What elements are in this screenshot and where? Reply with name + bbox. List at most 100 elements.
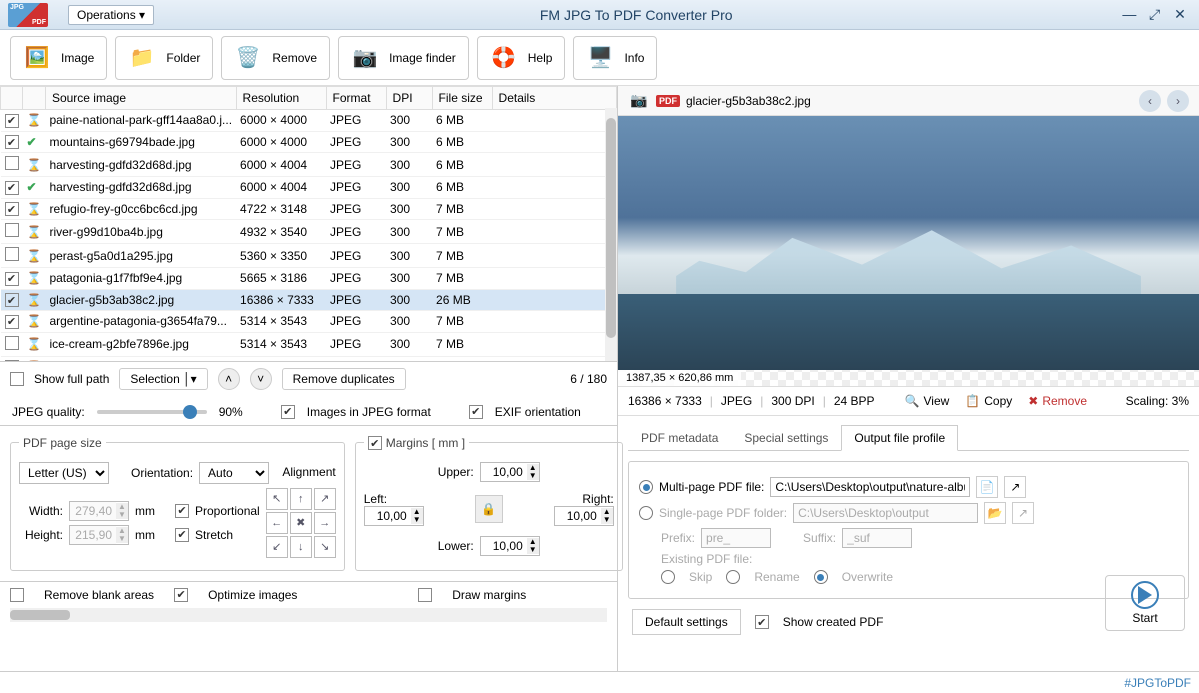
table-row[interactable]: ⌛argentine-patagonia-g3654fa79...5314 × … [1,311,617,333]
table-row[interactable]: ⌛patagonia-g1f7fbf9e4.jpg5665 × 3186JPEG… [1,268,617,290]
prefix-input[interactable] [701,528,771,548]
align-c[interactable]: ✖ [290,512,312,534]
upper-margin-spinner[interactable]: ▲▼ [480,462,540,482]
jpeg-quality-slider[interactable] [97,410,207,414]
exif-orientation-checkbox[interactable] [469,405,483,419]
images-in-jpeg-checkbox[interactable] [281,405,295,419]
row-checkbox[interactable] [5,202,19,216]
right-margin-spinner[interactable]: ▲▼ [554,506,614,526]
align-br[interactable]: ↘ [314,536,336,558]
proportional-checkbox[interactable] [175,504,189,518]
save-pdf-icon[interactable]: 📄 [976,476,998,498]
lower-margin-spinner[interactable]: ▲▼ [480,536,540,556]
row-checkbox[interactable] [5,293,19,307]
view-button[interactable]: 🔍 View [901,392,954,410]
col-filesize[interactable]: File size [432,87,492,110]
operations-menu-button[interactable]: Operations ▾ [68,5,154,25]
open-folder-icon-2[interactable]: ↗ [1012,502,1034,524]
table-row[interactable]: ✔harvesting-gdfd32d68d.jpg6000 × 4004JPE… [1,177,617,199]
align-r[interactable]: → [314,512,336,534]
stretch-checkbox[interactable] [175,528,189,542]
show-full-path-checkbox[interactable] [10,372,24,386]
align-l[interactable]: ← [266,512,288,534]
col-details[interactable]: Details [492,87,616,110]
help-button[interactable]: 🛟Help [477,36,566,80]
width-spinner[interactable]: ▲▼ [69,501,129,521]
row-checkbox[interactable] [5,223,19,237]
margins-enable-checkbox[interactable] [368,436,382,450]
remove-button[interactable]: 🗑️Remove [221,36,330,80]
singlepage-path-input[interactable] [793,503,978,523]
table-row[interactable]: ✔mountains-g69794bade.jpg6000 × 4000JPEG… [1,131,617,153]
remove-duplicates-button[interactable]: Remove duplicates [282,368,406,390]
row-checkbox[interactable] [5,315,19,329]
info-button[interactable]: 🖥️Info [573,36,657,80]
row-checkbox[interactable] [5,135,19,149]
row-checkbox[interactable] [5,156,19,170]
row-checkbox[interactable] [5,247,19,261]
copy-button[interactable]: 📋 Copy [961,392,1016,410]
prev-image-button[interactable]: ‹ [1139,90,1161,112]
table-scrollbar[interactable] [605,108,617,361]
orientation-select[interactable]: Auto [199,462,269,484]
col-resolution[interactable]: Resolution [236,87,326,110]
selection-dropdown[interactable]: Selection │▾ [119,368,207,390]
add-folder-button[interactable]: 📁Folder [115,36,213,80]
left-margin-spinner[interactable]: ▲▼ [364,506,424,526]
col-format[interactable]: Format [326,87,386,110]
suffix-input[interactable] [842,528,912,548]
col-dpi[interactable]: DPI [386,87,432,110]
tab-output-profile[interactable]: Output file profile [841,425,958,451]
tab-pdf-metadata[interactable]: PDF metadata [628,425,731,451]
table-row[interactable]: ⌛paine-national-park-gff14aa8a0.j...6000… [1,110,617,132]
multipage-path-input[interactable] [770,477,970,497]
row-checkbox[interactable] [5,114,19,128]
minimize-icon[interactable]: — [1118,6,1140,22]
tab-special-settings[interactable]: Special settings [731,425,841,451]
align-tl[interactable]: ↖ [266,488,288,510]
draw-margins-checkbox[interactable] [418,588,432,602]
move-down-button[interactable]: ˅ [250,368,272,390]
optimize-images-checkbox[interactable] [174,588,188,602]
remove-blank-checkbox[interactable] [10,588,24,602]
singlepage-radio[interactable] [639,506,653,520]
next-image-button[interactable]: › [1167,90,1189,112]
col-source[interactable]: Source image [45,87,236,110]
show-created-pdf-checkbox[interactable] [755,615,769,629]
default-settings-button[interactable]: Default settings [632,609,741,635]
row-checkbox[interactable] [5,181,19,195]
preview-image[interactable] [618,116,1199,370]
align-b[interactable]: ↓ [290,536,312,558]
page-preset-select[interactable]: Letter (US) [19,462,109,484]
image-finder-button[interactable]: 📷Image finder [338,36,469,80]
row-checkbox[interactable] [5,336,19,350]
table-row[interactable]: ⌛refugio-frey-g0cc6bc6cd.jpg4722 × 3148J… [1,198,617,220]
table-row[interactable]: ⌛harvesting-gdfd32d68d.jpg6000 × 4004JPE… [1,153,617,177]
row-checkbox[interactable] [5,272,19,286]
lock-margins-button[interactable]: 🔒 [475,495,503,523]
hashtag-link[interactable]: #JPGToPDF [1124,676,1191,690]
remove-preview-button[interactable]: ✖ Remove [1024,392,1091,410]
align-bl[interactable]: ↙ [266,536,288,558]
rename-radio[interactable] [726,570,740,584]
add-image-button[interactable]: 🖼️Image [10,36,107,80]
camera-icon[interactable]: 📷 [628,90,650,112]
table-row[interactable]: ⌛ice-cream-g2bfe7896e.jpg5314 × 3543JPEG… [1,332,617,356]
table-row[interactable]: ⌛perast-g5a0d1a295.jpg5360 × 3350JPEG300… [1,244,617,268]
table-row[interactable]: ⌛mountains-g7ed6d6d33.jpg5905 × 3323JPEG… [1,356,617,361]
align-tr[interactable]: ↗ [314,488,336,510]
start-button[interactable]: Start [1105,575,1185,631]
row-checkbox[interactable] [5,360,19,361]
close-icon[interactable]: ✕ [1169,6,1191,23]
table-row[interactable]: ⌛glacier-g5b3ab38c2.jpg16386 × 7333JPEG3… [1,289,617,311]
open-folder-icon[interactable]: ↗ [1004,476,1026,498]
multipage-radio[interactable] [639,480,653,494]
browse-folder-icon[interactable]: 📂 [984,502,1006,524]
table-row[interactable]: ⌛river-g99d10ba4b.jpg4932 × 3540JPEG3007… [1,220,617,244]
overwrite-radio[interactable] [814,570,828,584]
move-up-button[interactable]: ˄ [218,368,240,390]
maximize-icon[interactable]: ⤢ [1144,6,1166,23]
align-t[interactable]: ↑ [290,488,312,510]
height-spinner[interactable]: ▲▼ [69,525,129,545]
left-horizontal-scrollbar[interactable] [10,608,607,622]
